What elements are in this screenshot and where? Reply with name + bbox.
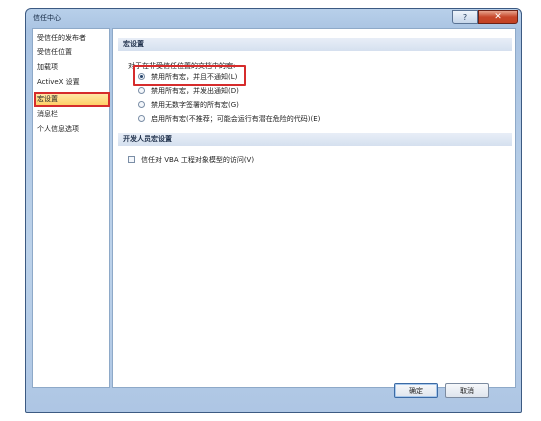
vba-trust-label: 信任对 VBA 工程对象模型的访问(V) — [141, 155, 255, 164]
sidebar-item-trusted-publishers[interactable]: 受信任的发布者 — [37, 33, 86, 44]
radio-disable-unsigned[interactable]: 禁用无数字签署的所有宏(G) — [138, 99, 239, 110]
radio-label: 禁用所有宏，并且不通知(L) — [151, 72, 238, 81]
vba-trust-checkbox-row[interactable]: 信任对 VBA 工程对象模型的访问(V) — [128, 154, 254, 165]
radio-button[interactable] — [138, 73, 145, 80]
sidebar-item-macro-settings[interactable]: 宏设置 — [34, 92, 110, 107]
help-icon: ? — [462, 12, 468, 22]
title-bar[interactable]: 信任中心 ? ✕ — [26, 9, 521, 29]
help-button[interactable]: ? — [452, 10, 478, 24]
radio-label: 禁用所有宏，并发出通知(D) — [151, 86, 239, 95]
macro-settings-header: 宏设置 — [118, 38, 512, 51]
radio-button[interactable] — [138, 115, 145, 122]
window-title: 信任中心 — [33, 14, 61, 22]
vba-trust-checkbox[interactable] — [128, 156, 135, 163]
radio-label: 禁用无数字签署的所有宏(G) — [151, 100, 239, 109]
settings-panel: 宏设置 对于在非受信任位置的文档中的宏: 禁用所有宏，并且不通知(L) 禁用所有… — [112, 28, 516, 388]
close-icon: ✕ — [494, 12, 502, 22]
radio-disable-with-notify[interactable]: 禁用所有宏，并发出通知(D) — [138, 85, 239, 96]
radio-enable-all[interactable]: 启用所有宏(不推荐；可能会运行有潜在危险的代码)(E) — [138, 113, 320, 124]
radio-label: 启用所有宏(不推荐；可能会运行有潜在危险的代码)(E) — [151, 114, 321, 123]
sidebar-item-message-bar[interactable]: 消息栏 — [37, 109, 58, 120]
sidebar-item-add-ins[interactable]: 加载项 — [37, 62, 58, 73]
category-sidebar: 受信任的发布者 受信任位置 加载项 ActiveX 设置 宏设置 消息栏 个人信… — [32, 28, 110, 388]
developer-macro-settings-header: 开发人员宏设置 — [118, 133, 512, 146]
radio-button[interactable] — [138, 87, 145, 94]
close-button[interactable]: ✕ — [478, 10, 518, 24]
radio-button[interactable] — [138, 101, 145, 108]
ok-button[interactable]: 确定 — [394, 383, 438, 398]
sidebar-item-activex-settings[interactable]: ActiveX 设置 — [37, 77, 80, 88]
sidebar-item-trusted-locations[interactable]: 受信任位置 — [37, 47, 72, 58]
radio-disable-no-notify[interactable]: 禁用所有宏，并且不通知(L) — [138, 71, 237, 82]
cancel-button[interactable]: 取消 — [445, 383, 489, 398]
sidebar-item-privacy-options[interactable]: 个人信息选项 — [37, 124, 79, 135]
radio-selected-dot — [140, 75, 143, 78]
